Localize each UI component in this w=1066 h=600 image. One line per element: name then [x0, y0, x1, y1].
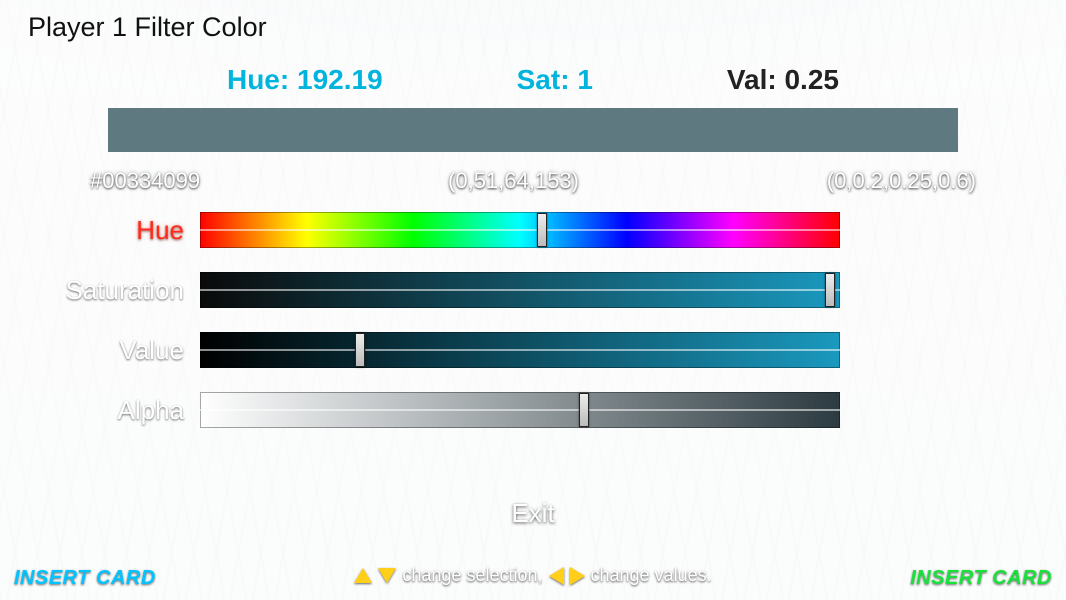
summary-hue-value: 192.19	[297, 64, 383, 95]
slider-row-value[interactable]: Value	[0, 320, 1066, 380]
dpad-left-icon	[549, 567, 564, 585]
dpad-right-icon	[570, 567, 585, 585]
slider-label-saturation: Saturation	[0, 275, 200, 306]
slider-row-alpha[interactable]: Alpha	[0, 380, 1066, 440]
color-formats: #00334099 (0,51,64,153) (0,0.2,0.25,0.6)	[90, 168, 976, 194]
summary-val: Val: 0.25	[727, 64, 839, 96]
hsv-summary: Hue: 192.19 Sat: 1 Val: 0.25	[160, 64, 906, 96]
slider-track-line	[200, 349, 840, 351]
color-swatch	[108, 108, 958, 152]
slider-track-line	[200, 289, 840, 291]
insert-card-p2: INSERT CARD	[910, 567, 1052, 590]
summary-sat-value: 1	[577, 64, 593, 95]
format-rgba255: (0,51,64,153)	[448, 168, 579, 194]
hint-text-2: change values.	[591, 565, 712, 586]
slider-label-value: Value	[0, 335, 200, 366]
summary-val-label: Val:	[727, 64, 777, 95]
slider-row-hue[interactable]: Hue	[0, 200, 1066, 260]
hue-slider[interactable]	[200, 212, 840, 248]
sliders: Hue Saturation Value Alpha	[0, 200, 1066, 440]
controls-hint: change selection, change values.	[0, 565, 1066, 586]
slider-label-hue: Hue	[0, 215, 200, 246]
slider-row-saturation[interactable]: Saturation	[0, 260, 1066, 320]
slider-track-line	[200, 229, 840, 231]
saturation-slider-handle[interactable]	[825, 273, 835, 307]
dpad-down-icon	[378, 568, 396, 583]
insert-card-p1: INSERT CARD	[14, 567, 156, 590]
value-slider[interactable]	[200, 332, 840, 368]
value-slider-handle[interactable]	[355, 333, 365, 367]
summary-hue: Hue: 192.19	[227, 64, 383, 96]
format-rgba01: (0,0.2,0.25,0.6)	[827, 168, 976, 194]
saturation-slider[interactable]	[200, 272, 840, 308]
page-title: Player 1 Filter Color	[28, 12, 267, 43]
alpha-slider-handle[interactable]	[579, 393, 589, 427]
format-hex: #00334099	[90, 168, 200, 194]
slider-track-line	[200, 409, 840, 411]
exit-option[interactable]: Exit	[0, 498, 1066, 529]
hue-slider-handle[interactable]	[537, 213, 547, 247]
dpad-up-icon	[354, 568, 372, 583]
alpha-slider[interactable]	[200, 392, 840, 428]
slider-label-alpha: Alpha	[0, 395, 200, 426]
summary-sat: Sat: 1	[517, 64, 593, 96]
summary-val-value: 0.25	[784, 64, 839, 95]
summary-sat-label: Sat:	[517, 64, 570, 95]
hint-text-1: change selection,	[402, 565, 542, 586]
summary-hue-label: Hue:	[227, 64, 289, 95]
